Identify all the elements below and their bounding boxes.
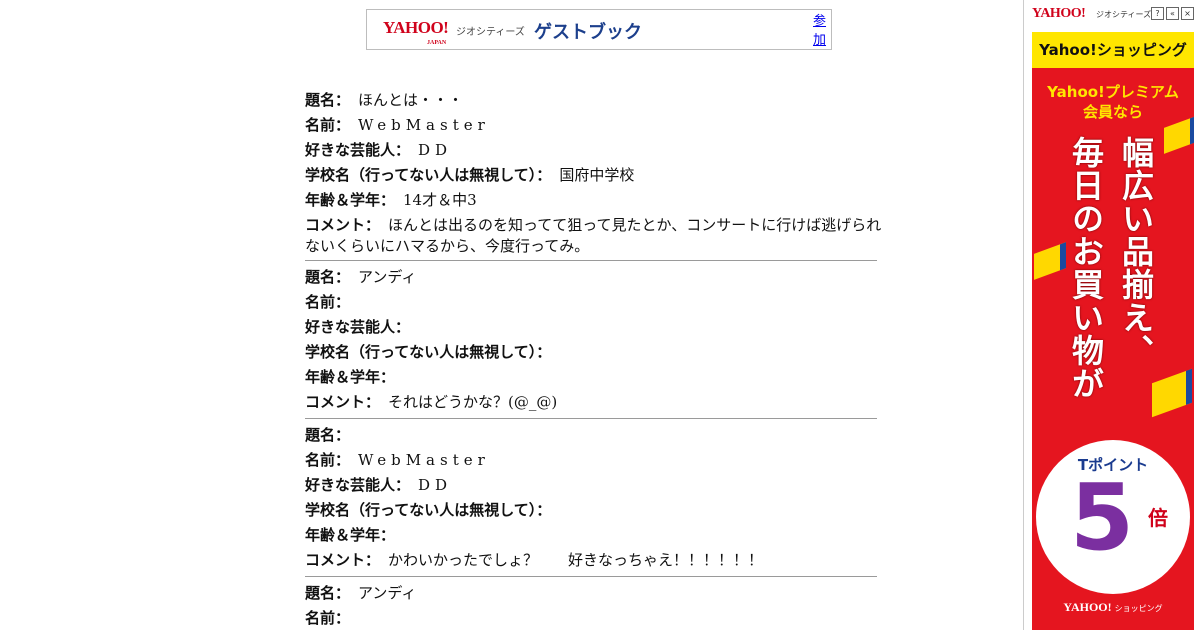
entry-name: 名前： [305, 290, 887, 315]
points-multiplier: 5 [1070, 464, 1135, 571]
ad-footer-logo: YAHOO! ショッピング [1032, 600, 1194, 615]
comment-label: コメント： [305, 393, 381, 411]
entry-age: 年齢＆学年： [305, 365, 887, 390]
entry-age: 年齢＆学年： 14才＆中3 [305, 188, 887, 213]
entry-subject: 題名： [305, 423, 887, 448]
subject-value: アンディ [358, 268, 417, 286]
entry-divider [305, 260, 877, 261]
subject-label: 題名： [305, 584, 351, 602]
entry-school: 学校名（行ってない人は無視して）： [305, 340, 887, 365]
guestbook-entry: 題名： ほんとは・・・ 名前： WebMaster 好きな芸能人： DD 学校名（行っ… [305, 88, 887, 261]
school-label: 学校名（行ってない人は無視して）： [305, 501, 552, 519]
school-value: 国府中学校 [559, 166, 635, 184]
join-link[interactable]: 参加 [813, 12, 827, 50]
age-label: 年齢＆学年： [305, 368, 396, 386]
ad-geocities-label: ジオシティーズ [1096, 10, 1152, 19]
entry-subject: 題名： アンディ [305, 265, 887, 290]
comment-label: コメント： [305, 551, 381, 569]
name-value: WebMaster [358, 116, 490, 134]
name-label: 名前： [305, 609, 351, 627]
school-label: 学校名（行ってない人は無視して）： [305, 166, 552, 184]
celebrity-label: 好きな芸能人： [305, 141, 411, 159]
geocities-label: ジオシティーズ [456, 27, 525, 38]
entry-celebrity: 好きな芸能人： DD [305, 138, 887, 163]
ad-premium-line1: Yahoo!プレミアム [1047, 83, 1179, 101]
name-value: WebMaster [358, 451, 490, 469]
name-label: 名前： [305, 451, 351, 469]
subject-label: 題名： [305, 426, 351, 444]
close-icon[interactable]: × [1181, 7, 1194, 20]
points-multiplier-unit: 倍 [1148, 506, 1168, 530]
help-icon[interactable]: ? [1151, 7, 1164, 20]
name-label: 名前： [305, 116, 351, 134]
entry-celebrity: 好きな芸能人： [305, 315, 887, 340]
entry-age: 年齢＆学年： [305, 523, 887, 548]
entry-comment: コメント： それはどうかな？(@_@) [305, 390, 887, 415]
subject-label: 題名： [305, 268, 351, 286]
entry-subject: 題名： ほんとは・・・ [305, 88, 887, 113]
entry-celebrity: 好きな芸能人： DD [305, 473, 887, 498]
yahoo-logo[interactable]: YAHOO! JAPAN [383, 19, 449, 47]
entry-name: 名前： WebMaster [305, 448, 887, 473]
celebrity-value: DD [418, 141, 453, 159]
yahoo-logo-sub: JAPAN [427, 40, 447, 46]
t-cube-icon [1152, 368, 1192, 418]
ad-footer-yahoo: YAHOO! [1063, 600, 1112, 614]
comment-value: かわいかったでしょ？ 好きなっちゃえ！！！！！！ [388, 551, 764, 569]
ad-premium-text: Yahoo!プレミアム 会員なら [1032, 82, 1194, 122]
age-label: 年齢＆学年： [305, 526, 396, 544]
entry-comment: コメント： ほんとは出るのを知ってて狙って見たとか、コンサートに行けば逃げられない… [305, 213, 887, 257]
entry-divider [305, 576, 877, 577]
comment-value: それはどうかな？(@_@) [388, 393, 558, 411]
ad-footer-shopping: ショッピング [1114, 604, 1163, 613]
ad-controls: ? « × [1151, 7, 1194, 20]
age-label: 年齢＆学年： [305, 191, 396, 209]
guestbook-entry: 題名： アンディ 名前： [305, 581, 887, 631]
subject-label: 題名： [305, 91, 351, 109]
ad-headline-col2: 毎日のお買い物が [1067, 136, 1105, 400]
celebrity-value: DD [418, 476, 453, 494]
ad-yahoo-logo[interactable]: YAHOO! [1032, 6, 1086, 22]
name-label: 名前： [305, 293, 351, 311]
subject-value: ほんとは・・・ [358, 91, 464, 109]
ad-points-badge: Tポイント 5 倍 [1036, 440, 1190, 594]
entry-school: 学校名（行ってない人は無視して）： 国府中学校 [305, 163, 887, 188]
ad-banner[interactable]: Yahoo!ショッピング Yahoo!プレミアム 会員なら 幅広い品揃え、 毎日… [1032, 32, 1194, 630]
subject-value: アンディ [358, 584, 417, 602]
entry-divider [305, 418, 877, 419]
ad-shopping-label: Yahoo!ショッピング [1032, 32, 1194, 68]
guestbook-entry: 題名： アンディ 名前： 好きな芸能人： 学校名（行ってない人は無視して）： 年齢… [305, 265, 887, 419]
entry-name: 名前： [305, 606, 887, 631]
school-label: 学校名（行ってない人は無視して）： [305, 343, 552, 361]
t-cube-icon [1034, 242, 1066, 280]
guestbook-header: YAHOO! JAPAN ジオシティーズ ゲストブック 参加 [366, 9, 832, 50]
celebrity-label: 好きな芸能人： [305, 318, 411, 336]
celebrity-label: 好きな芸能人： [305, 476, 411, 494]
guestbook-entry: 題名： 名前： WebMaster 好きな芸能人： DD 学校名（行ってない人は無視… [305, 423, 887, 577]
entry-name: 名前： WebMaster [305, 113, 887, 138]
entry-comment: コメント： かわいかったでしょ？ 好きなっちゃえ！！！！！！ [305, 548, 887, 573]
entry-school: 学校名（行ってない人は無視して）： [305, 498, 887, 523]
comment-label: コメント： [305, 216, 381, 234]
age-value: 14才＆中3 [403, 191, 477, 209]
page-title: ゲストブック [534, 22, 642, 43]
collapse-icon[interactable]: « [1166, 7, 1179, 20]
ad-sidebar[interactable]: YAHOO! ジオシティーズ ? « × Yahoo!ショッピング Yahoo!… [1023, 0, 1200, 630]
comment-value: ほんとは出るのを知ってて狙って見たとか、コンサートに行けば逃げられないくらいにハ… [305, 216, 882, 255]
entry-subject: 題名： アンディ [305, 581, 887, 606]
ad-premium-line2: 会員なら [1082, 103, 1143, 121]
ad-headline-col1: 幅広い品揃え、 [1117, 136, 1155, 367]
guestbook-entries: 題名： ほんとは・・・ 名前： WebMaster 好きな芸能人： DD 学校名（行っ… [305, 88, 887, 631]
